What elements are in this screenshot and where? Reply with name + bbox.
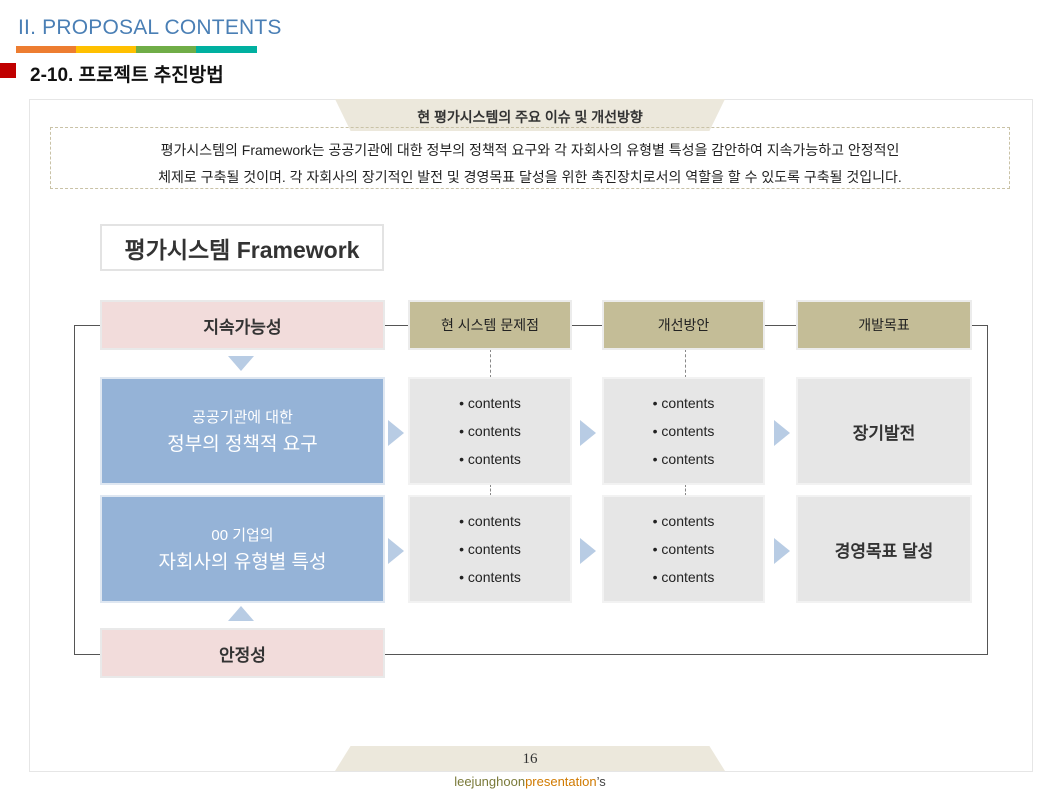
connector-left-bottom: [74, 654, 101, 655]
intro-line-2: 체제로 구축될 것이며. 각 자회사의 장기적인 발전 및 경영목표 달성을 위…: [158, 169, 902, 185]
connector-left-top: [74, 325, 101, 326]
row2-improvements-box: contents contents contents: [602, 495, 765, 603]
arrow-right-icon: [774, 420, 790, 446]
column-header-improvements: 개선방안: [602, 300, 765, 350]
row2-driver-box: 00 기업의 자회사의 유형별 특성: [100, 495, 385, 603]
list-item: contents: [653, 417, 714, 445]
connector-top-2: [570, 325, 603, 326]
row2-goal-box: 경영목표 달성: [796, 495, 972, 603]
color-stripe-4: [196, 46, 257, 53]
row2-driver-big: 자회사의 유형별 특성: [158, 552, 327, 573]
list-item: contents: [459, 445, 521, 473]
brand-part-1: leejunghoon: [454, 774, 526, 789]
dash-col2-a: [685, 349, 686, 378]
list-item: contents: [653, 563, 714, 591]
row2-problems-box: contents contents contents: [408, 495, 572, 603]
list-item: contents: [459, 417, 521, 445]
list-item: contents: [459, 535, 521, 563]
page-number: 16: [522, 751, 538, 767]
arrow-right-icon: [774, 538, 790, 564]
list-item: contents: [653, 445, 714, 473]
sustainability-label: 지속가능성: [100, 300, 385, 350]
row1-driver-small: 공공기관에 대한: [192, 409, 293, 426]
intro-line-1: 평가시스템의 Framework는 공공기관에 대한 정부의 정책적 요구와 각…: [160, 142, 900, 158]
dash-col1-a: [490, 349, 491, 378]
list-item: contents: [459, 563, 521, 591]
brand-part-2: presentation: [525, 774, 597, 789]
arrow-down-icon: [228, 356, 254, 371]
arrow-up-icon: [228, 606, 254, 621]
color-stripe-1: [16, 46, 76, 53]
connector-top-1: [384, 325, 410, 326]
color-stripe-3: [136, 46, 196, 53]
list-item: contents: [459, 507, 521, 535]
column-header-goals: 개발목표: [796, 300, 972, 350]
connector-right-top: [971, 325, 988, 326]
row1-improvements-box: contents contents contents: [602, 377, 765, 485]
brand-part-3: ’s: [596, 774, 606, 789]
color-stripe-2: [76, 46, 136, 53]
connector-left-vertical: [74, 325, 75, 654]
row2-goal-label: 경영목표 달성: [834, 541, 934, 561]
row1-driver-big: 정부의 정책적 요구: [167, 434, 318, 455]
arrow-right-icon: [580, 420, 596, 446]
subtitle-marker: [0, 63, 16, 78]
row1-goal-label: 장기발전: [852, 423, 916, 443]
intro-tab-label: 현 평가시스템의 주요 이슈 및 개선방향: [417, 109, 643, 125]
column-header-problems: 현 시스템 문제점: [408, 300, 572, 350]
row1-problems-box: contents contents contents: [408, 377, 572, 485]
arrow-right-icon: [580, 538, 596, 564]
arrow-right-icon: [388, 538, 404, 564]
row1-goal-box: 장기발전: [796, 377, 972, 485]
brand-logo: leejunghoonpresentation’s: [0, 774, 1060, 789]
arrow-right-icon: [388, 420, 404, 446]
section-title: II. PROPOSAL CONTENTS: [18, 16, 282, 39]
page-subtitle: 2-10. 프로젝트 추진방법: [30, 65, 224, 86]
row2-driver-small: 00 기업의: [211, 527, 274, 544]
row1-driver-box: 공공기관에 대한 정부의 정책적 요구: [100, 377, 385, 485]
list-item: contents: [653, 535, 714, 563]
list-item: contents: [653, 389, 714, 417]
connector-bottom: [384, 654, 988, 655]
list-item: contents: [459, 389, 521, 417]
connector-top-3: [764, 325, 797, 326]
framework-title: 평가시스템 Framework: [100, 224, 384, 271]
connector-right-vertical: [987, 325, 988, 655]
stability-label: 안정성: [100, 628, 385, 678]
list-item: contents: [653, 507, 714, 535]
